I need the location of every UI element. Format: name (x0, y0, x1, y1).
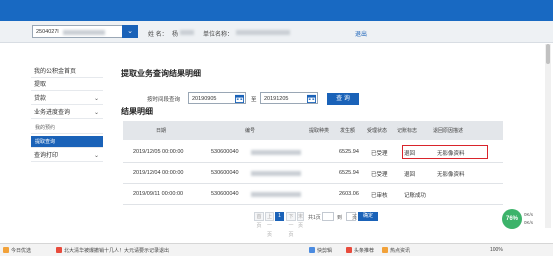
name-label: 姓 名： (148, 32, 168, 38)
headline-icon (346, 247, 352, 253)
scroll-thumb[interactable] (546, 44, 550, 64)
name-value: 杨 (172, 32, 179, 38)
to-label: 至 (251, 97, 257, 103)
status-item[interactable]: 快剪辑 (317, 247, 332, 254)
cell-amount: 6525.94 (339, 170, 359, 176)
column-header: 受理状态 (367, 128, 388, 134)
pager-goto-label: 到 (337, 215, 343, 221)
column-header: 发生额 (340, 128, 356, 134)
vertical-scrollbar[interactable] (545, 44, 551, 228)
sidebar-item-label: 提取查询 (35, 139, 56, 145)
column-header: 退回原因描述 (433, 128, 464, 134)
sidebar-item-progress[interactable]: 业务进度查询 ⌄ (31, 107, 103, 119)
zoom-level[interactable]: 100% (490, 247, 503, 253)
calendar-icon[interactable] (235, 94, 244, 103)
cell-id: 530600040 (211, 170, 239, 176)
sidebar-item-appointment[interactable]: 我的预约 (31, 122, 103, 134)
query-button[interactable]: 查 询 (327, 93, 359, 105)
cell-flag: 记账成功 (404, 193, 427, 199)
chevron-down-icon: ⌄ (93, 153, 99, 159)
calendar-icon[interactable] (307, 94, 316, 103)
cell-id: 530600040 (211, 149, 239, 155)
pager-next[interactable]: 下一页 (286, 212, 296, 238)
pager-current[interactable]: 1 (275, 212, 284, 221)
cell-status: 已审核 (371, 193, 388, 199)
sidebar-item-withdraw-query[interactable]: 提取查询 (31, 136, 103, 148)
pager-goto-input[interactable] (322, 212, 334, 221)
speed-widget[interactable]: 76% (502, 209, 522, 229)
hot-icon (382, 247, 388, 253)
download-speed: 0K/s (524, 220, 534, 225)
cell-date: 2019/12/04 00:00:00 (133, 170, 184, 176)
pager-last[interactable]: 末页 (297, 212, 304, 229)
favorites-link[interactable]: 今日优选 (11, 247, 31, 254)
date-from-input[interactable]: 20190905 (188, 92, 246, 104)
table-row[interactable]: 2019/12/05 00:00:00 530600040 6525.94 已受… (123, 142, 503, 163)
browser-status-bar: 今日优选 北大清华被爆撤销十几人！大元请要示记录退出 快剪辑 头条推荐 热点资讯… (0, 243, 553, 256)
cell-reason: 无影像资料 (437, 172, 465, 178)
highlight-box (402, 145, 488, 159)
account-select[interactable]: 2504027l ⌄ (32, 25, 138, 38)
cell-amount: 6525.94 (339, 149, 359, 155)
news-ticker[interactable]: 北大清华被爆撤销十几人！大元请要示记录退出 (64, 247, 169, 254)
sidebar-item-withdraw[interactable]: 提取 (31, 79, 103, 91)
sidebar-item-home[interactable]: 我的公积金首页 (31, 66, 103, 78)
id-blur (251, 171, 301, 176)
table-header: 日期 编号 提取种类 发生额 受理状态 记账标志 退回原因描述 (123, 121, 503, 140)
section-title: 结果明细 (121, 107, 153, 116)
column-header: 日期 (156, 128, 167, 134)
table-row[interactable]: 2019/09/11 00:00:00 530600040 2603.06 已审… (123, 184, 503, 205)
chevron-down-icon[interactable]: ⌄ (122, 25, 138, 38)
name-blur (180, 30, 194, 35)
status-item[interactable]: 头条推荐 (354, 247, 374, 254)
news-icon (56, 247, 62, 253)
cell-amount: 2603.06 (339, 191, 359, 197)
cell-flag: 退回 (404, 172, 416, 178)
sidebar-item-label: 我的公积金首页 (34, 69, 77, 75)
pager-go-button[interactable]: 确定 (358, 212, 378, 221)
date-to-input[interactable]: 20191205 (260, 92, 318, 104)
pager-prev[interactable]: 上一页 (265, 212, 274, 238)
sidebar-item-label: 我的预约 (35, 125, 56, 131)
date-to-value: 20191205 (264, 96, 289, 102)
cell-date: 2019/12/05 00:00:00 (133, 149, 184, 155)
clip-icon (309, 247, 315, 253)
pager-page-unit: 页 (352, 215, 358, 221)
chevron-down-icon: ⌄ (93, 96, 99, 102)
sidebar-item-print[interactable]: 查询打印 ⌄ (31, 150, 103, 162)
column-header: 记账标志 (397, 128, 418, 134)
cell-id: 530600040 (211, 191, 239, 197)
filter-label: 按时间段查询 (147, 97, 181, 103)
unit-blur (236, 30, 290, 35)
favorites-icon (3, 247, 9, 253)
account-value: 2504027l (36, 29, 59, 35)
sidebar-item-label: 贷款 (34, 96, 47, 102)
sidebar-item-label: 提取 (34, 82, 47, 88)
top-banner (0, 0, 553, 21)
pager-total: 共1页 (308, 215, 321, 221)
date-from-value: 20190905 (192, 96, 217, 102)
exit-link[interactable]: 退出 (355, 29, 367, 38)
id-blur (251, 150, 301, 155)
chevron-down-icon: ⌄ (93, 110, 99, 116)
sidebar-item-label: 业务进度查询 (34, 110, 71, 116)
cell-status: 已受理 (371, 151, 388, 157)
upload-speed: 0K/s (524, 212, 534, 217)
page-title: 提取业务查询结果明细 (121, 69, 201, 78)
column-header: 提取种类 (309, 128, 330, 134)
status-item[interactable]: 热点资讯 (390, 247, 410, 254)
id-blur (251, 192, 301, 197)
account-blur (63, 30, 105, 35)
cell-date: 2019/09/11 00:00:00 (133, 191, 184, 197)
unit-label: 单位名称： (203, 32, 234, 38)
sidebar-item-loan[interactable]: 贷款 ⌄ (31, 93, 103, 105)
table-row[interactable]: 2019/12/04 00:00:00 530600040 6525.94 已受… (123, 163, 503, 184)
sidebar-item-label: 查询打印 (34, 153, 59, 159)
cell-status: 已受理 (371, 172, 388, 178)
column-header: 编号 (245, 128, 256, 134)
pager-first[interactable]: 首页 (254, 212, 264, 229)
